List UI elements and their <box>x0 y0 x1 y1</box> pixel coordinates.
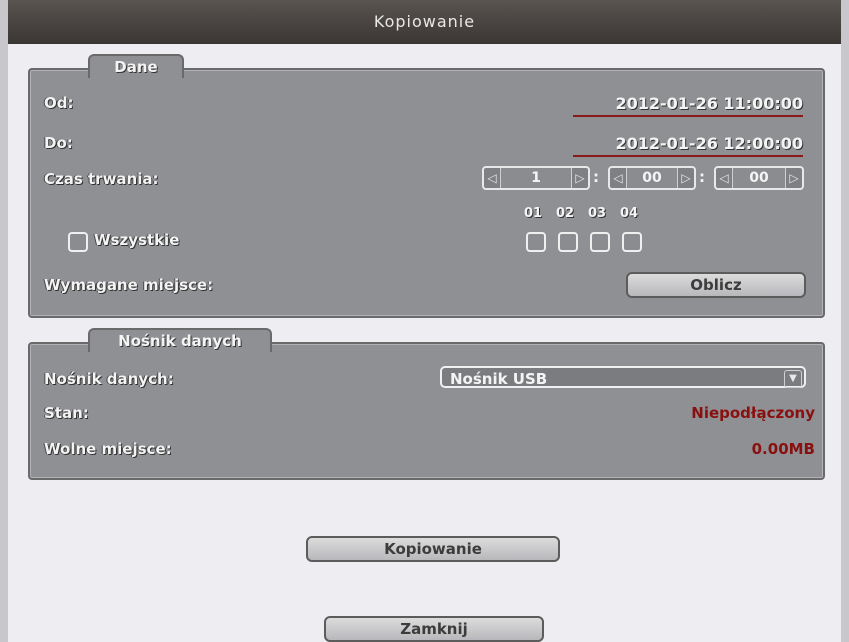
dane-tab: Dane <box>88 54 184 78</box>
wszystkie-label: Wszystkie <box>94 231 180 249</box>
czas-label: Czas trwania: <box>44 170 159 188</box>
copy-button[interactable]: Kopiowanie <box>306 536 560 562</box>
channel-04-label: 04 <box>620 206 639 221</box>
channel-03-checkbox[interactable] <box>590 232 610 252</box>
stan-value: Niepodłączony <box>691 404 815 422</box>
wymagane-label: Wymagane miejsce: <box>44 276 214 294</box>
chevron-left-icon[interactable]: ◁ <box>484 171 500 185</box>
nosnik-label: Nośnik danych: <box>44 370 174 388</box>
storage-select[interactable]: Nośnik USB ▼ <box>440 366 806 388</box>
chevron-right-icon[interactable]: ▷ <box>678 171 694 185</box>
wszystkie-checkbox[interactable] <box>68 232 88 252</box>
close-button[interactable]: Zamknij <box>324 616 544 642</box>
wolne-label: Wolne miejsce: <box>44 440 172 458</box>
dane-panel: Dane Od: 2012-01-26 11:00:00 Do: 2012-01… <box>28 54 825 318</box>
do-label: Do: <box>44 134 73 152</box>
do-value[interactable]: 2012-01-26 12:00:00 <box>573 134 803 157</box>
od-label: Od: <box>44 94 74 112</box>
time-separator: : <box>593 168 599 186</box>
chevron-right-icon[interactable]: ▷ <box>572 171 588 185</box>
oblicz-button[interactable]: Oblicz <box>626 272 806 298</box>
od-value[interactable]: 2012-01-26 11:00:00 <box>573 94 803 117</box>
channel-02-checkbox[interactable] <box>558 232 578 252</box>
time-separator: : <box>699 168 705 186</box>
chevron-left-icon[interactable]: ◁ <box>610 171 626 185</box>
channel-04-checkbox[interactable] <box>622 232 642 252</box>
seconds-spinner[interactable]: ◁ 00 ▷ <box>714 166 804 190</box>
channel-01-checkbox[interactable] <box>526 232 546 252</box>
chevron-down-icon[interactable]: ▼ <box>784 370 802 388</box>
chevron-right-icon[interactable]: ▷ <box>786 171 802 185</box>
channel-03-label: 03 <box>588 206 607 221</box>
seconds-value[interactable]: 00 <box>732 168 786 188</box>
dialog-title: Kopiowanie <box>8 0 841 44</box>
minutes-value[interactable]: 00 <box>626 168 678 188</box>
hours-spinner[interactable]: ◁ 1 ▷ <box>482 166 590 190</box>
nosnik-panel: Nośnik danych Nośnik danych: Nośnik USB … <box>28 328 825 480</box>
wolne-value: 0.00MB <box>751 440 815 458</box>
hours-value[interactable]: 1 <box>500 168 572 188</box>
storage-select-value: Nośnik USB <box>450 370 548 388</box>
nosnik-tab: Nośnik danych <box>88 328 272 352</box>
channel-01-label: 01 <box>524 206 543 221</box>
minutes-spinner[interactable]: ◁ 00 ▷ <box>608 166 696 190</box>
stan-label: Stan: <box>44 404 89 422</box>
chevron-left-icon[interactable]: ◁ <box>716 171 732 185</box>
channel-02-label: 02 <box>556 206 575 221</box>
copy-dialog: Kopiowanie Dane Od: 2012-01-26 11:00:00 … <box>8 0 841 642</box>
